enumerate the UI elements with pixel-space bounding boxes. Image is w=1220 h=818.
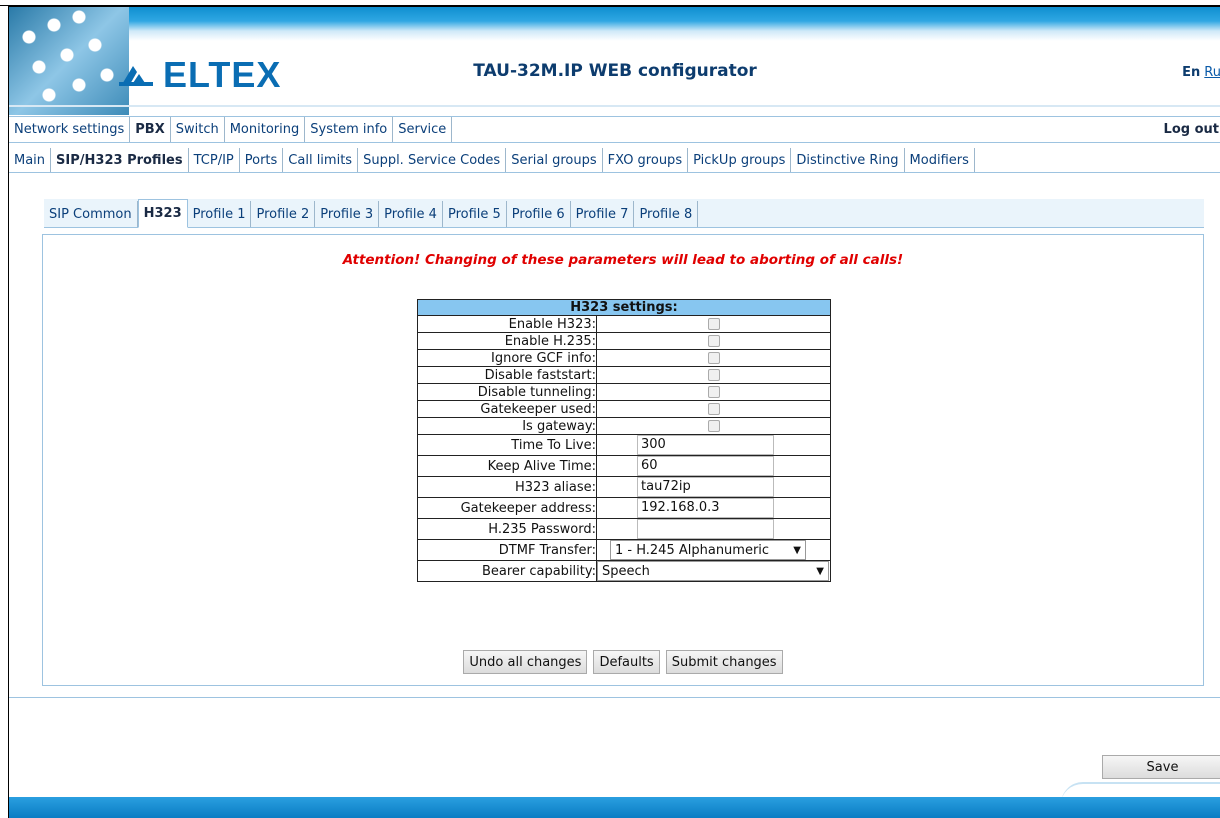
h323-alias-input[interactable]: tau72ip bbox=[637, 477, 774, 497]
subnav-main[interactable]: Main bbox=[9, 148, 52, 172]
time-to-live-label: Time To Live: bbox=[417, 434, 597, 456]
table-row: Enable H323: bbox=[417, 315, 831, 333]
disable-faststart-checkbox[interactable] bbox=[707, 369, 720, 381]
tab-profile-3[interactable]: Profile 3 bbox=[315, 201, 380, 227]
bearer-capability-select[interactable]: Speech ▼ bbox=[597, 561, 829, 581]
form-buttons: Undo all changes Defaults Submit changes bbox=[43, 650, 1203, 674]
footer-bar bbox=[9, 797, 1220, 818]
h235-password-label: H.235 Password: bbox=[417, 518, 597, 540]
subnav-modifiers[interactable]: Modifiers bbox=[905, 148, 975, 172]
ignore-gcf-checkbox[interactable] bbox=[707, 352, 720, 364]
nav-switch[interactable]: Switch bbox=[171, 117, 225, 142]
gatekeeper-used-label: Gatekeeper used: bbox=[417, 400, 597, 418]
disable-faststart-label: Disable faststart: bbox=[417, 366, 597, 384]
table-row: Is gateway: bbox=[417, 417, 831, 435]
tab-profile-7[interactable]: Profile 7 bbox=[571, 201, 635, 227]
enable-h235-label: Enable H.235: bbox=[417, 332, 597, 350]
tab-profile-8[interactable]: Profile 8 bbox=[634, 201, 699, 227]
bearer-capability-value: Speech bbox=[602, 563, 650, 579]
language-switch: En Ru bbox=[1182, 65, 1220, 80]
disable-tunneling-checkbox[interactable] bbox=[707, 386, 720, 398]
bearer-capability-label: Bearer capability: bbox=[417, 560, 597, 582]
dtmf-transfer-value: 1 - H.245 Alphanumeric bbox=[615, 542, 770, 558]
h323-alias-label: H323 aliase: bbox=[417, 476, 597, 498]
tab-profile-4[interactable]: Profile 4 bbox=[379, 201, 443, 227]
is-gateway-checkbox[interactable] bbox=[707, 420, 720, 432]
gatekeeper-address-input[interactable]: 192.168.0.3 bbox=[637, 498, 774, 518]
lang-en[interactable]: En bbox=[1182, 65, 1200, 80]
subnav-tcp-ip[interactable]: TCP/IP bbox=[189, 148, 240, 172]
subnav-suppl-service-codes[interactable]: Suppl. Service Codes bbox=[358, 148, 507, 172]
nav-monitoring[interactable]: Monitoring bbox=[225, 117, 306, 142]
header-divider bbox=[9, 105, 1220, 107]
save-button[interactable]: Save bbox=[1102, 755, 1220, 779]
table-row: Gatekeeper address: 192.168.0.3 bbox=[417, 497, 831, 519]
table-row: H.235 Password: bbox=[417, 518, 831, 540]
table-row: Gatekeeper used: bbox=[417, 400, 831, 418]
h323-panel: Attention! Changing of these parameters … bbox=[42, 234, 1204, 686]
dtmf-transfer-select[interactable]: 1 - H.245 Alphanumeric ▼ bbox=[610, 540, 806, 560]
subnav-pickup-groups[interactable]: PickUp groups bbox=[688, 148, 792, 172]
logout-link[interactable]: Log out bbox=[1164, 122, 1220, 137]
keep-alive-input[interactable]: 60 bbox=[637, 456, 774, 476]
tab-h323[interactable]: H323 bbox=[137, 199, 188, 228]
table-row: Disable tunneling: bbox=[417, 383, 831, 401]
enable-h323-label: Enable H323: bbox=[417, 315, 597, 333]
table-row: DTMF Transfer: 1 - H.245 Alphanumeric ▼ bbox=[417, 539, 831, 561]
main-nav: Network settings PBX Switch Monitoring S… bbox=[9, 116, 1220, 143]
subnav-distinctive-ring[interactable]: Distinctive Ring bbox=[791, 148, 905, 172]
dtmf-transfer-label: DTMF Transfer: bbox=[417, 539, 597, 561]
attention-warning: Attention! Changing of these parameters … bbox=[342, 252, 904, 268]
subnav-serial-groups[interactable]: Serial groups bbox=[506, 148, 603, 172]
app-frame: ELTEX TAU-32M.IP WEB configurator En Ru N… bbox=[8, 6, 1220, 818]
h323-settings-table: H323 settings: Enable H323: Enable H.235… bbox=[417, 299, 831, 582]
nav-service[interactable]: Service bbox=[393, 117, 453, 142]
app-title: TAU-32M.IP WEB configurator bbox=[473, 61, 757, 81]
gatekeeper-used-checkbox[interactable] bbox=[707, 403, 720, 415]
gatekeeper-address-label: Gatekeeper address: bbox=[417, 497, 597, 519]
pbx-subnav: Main SIP/H323 Profiles TCP/IP Ports Call… bbox=[9, 148, 1220, 173]
subnav-call-limits[interactable]: Call limits bbox=[283, 148, 359, 172]
table-row: Time To Live: 300 bbox=[417, 434, 831, 456]
subnav-fxo-groups[interactable]: FXO groups bbox=[603, 148, 689, 172]
table-row: H323 aliase: tau72ip bbox=[417, 476, 831, 498]
keep-alive-label: Keep Alive Time: bbox=[417, 455, 597, 477]
submit-changes-button[interactable]: Submit changes bbox=[665, 650, 783, 674]
table-row: Ignore GCF info: bbox=[417, 349, 831, 367]
enable-h235-checkbox[interactable] bbox=[707, 335, 720, 347]
subnav-sip-h323-profiles[interactable]: SIP/H323 Profiles bbox=[51, 148, 189, 172]
profile-tabs: SIP Common H323 Profile 1 Profile 2 Prof… bbox=[44, 199, 1204, 228]
subnav-ports[interactable]: Ports bbox=[240, 148, 284, 172]
settings-heading: H323 settings: bbox=[417, 299, 831, 316]
enable-h323-checkbox[interactable] bbox=[707, 318, 720, 330]
table-row: Bearer capability: Speech ▼ bbox=[417, 560, 831, 582]
table-row: Disable faststart: bbox=[417, 366, 831, 384]
h235-password-input[interactable] bbox=[637, 519, 774, 539]
content-divider bbox=[9, 697, 1220, 698]
nav-network-settings[interactable]: Network settings bbox=[9, 117, 131, 142]
tab-profile-5[interactable]: Profile 5 bbox=[443, 201, 507, 227]
dropdown-arrow-icon: ▼ bbox=[816, 565, 824, 577]
table-row: Enable H.235: bbox=[417, 332, 831, 350]
dropdown-arrow-icon: ▼ bbox=[793, 544, 801, 556]
nav-system-info[interactable]: System info bbox=[305, 117, 394, 142]
undo-all-changes-button[interactable]: Undo all changes bbox=[463, 650, 588, 674]
tab-sip-common[interactable]: SIP Common bbox=[44, 201, 138, 227]
defaults-button[interactable]: Defaults bbox=[593, 650, 660, 674]
lang-ru[interactable]: Ru bbox=[1204, 65, 1220, 80]
tab-profile-2[interactable]: Profile 2 bbox=[251, 201, 316, 227]
table-row: Keep Alive Time: 60 bbox=[417, 455, 831, 477]
tab-profile-6[interactable]: Profile 6 bbox=[507, 201, 571, 227]
nav-pbx[interactable]: PBX bbox=[130, 117, 171, 142]
ignore-gcf-label: Ignore GCF info: bbox=[417, 349, 597, 367]
disable-tunneling-label: Disable tunneling: bbox=[417, 383, 597, 401]
tab-profile-1[interactable]: Profile 1 bbox=[188, 201, 252, 227]
header: ELTEX TAU-32M.IP WEB configurator En Ru bbox=[9, 7, 1220, 115]
time-to-live-input[interactable]: 300 bbox=[637, 435, 774, 455]
is-gateway-label: Is gateway: bbox=[417, 417, 597, 435]
